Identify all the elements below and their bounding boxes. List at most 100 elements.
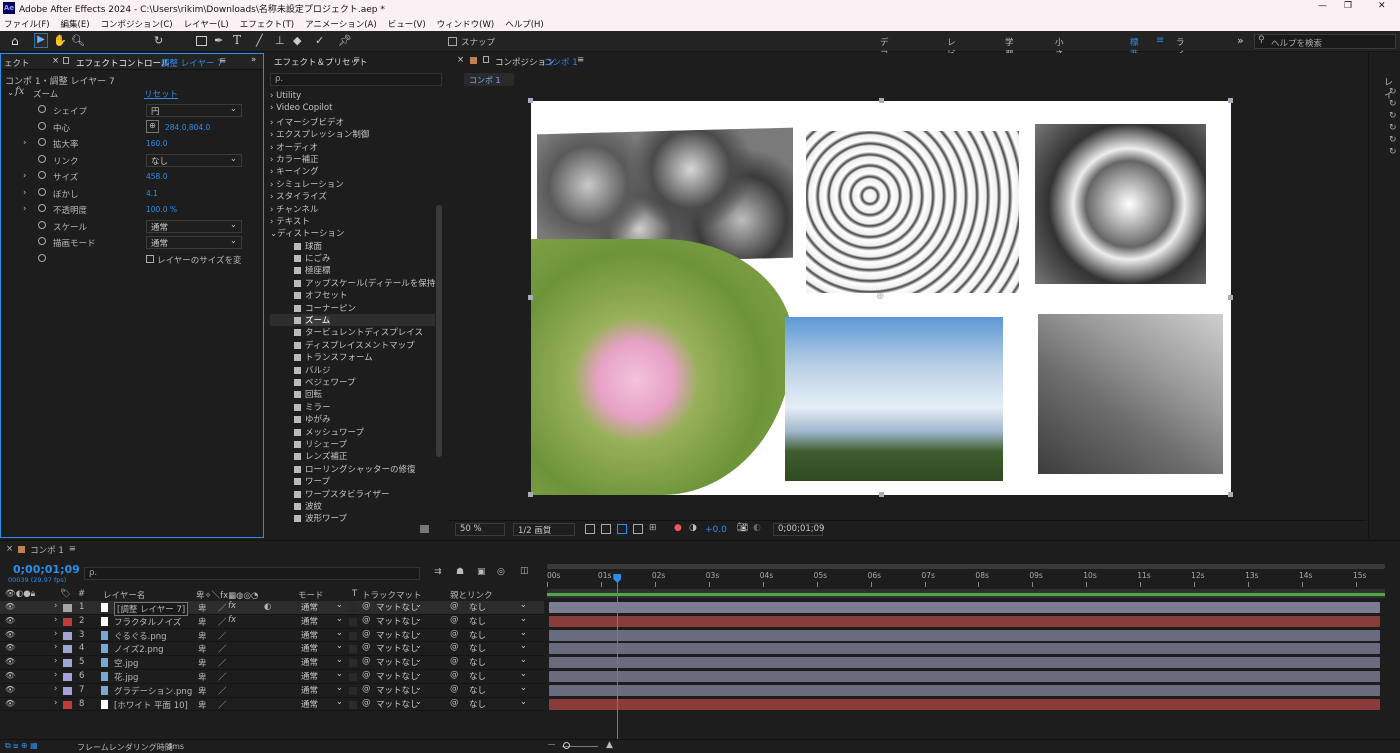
effect-item[interactable]: ゆがみ <box>270 413 447 425</box>
panel-menu-icon[interactable]: ≡ <box>69 544 76 556</box>
effect-item[interactable]: オフセット <box>270 289 447 301</box>
twirl-closed-icon[interactable]: › <box>54 629 57 639</box>
stopwatch-icon[interactable] <box>38 237 46 245</box>
quality-switch-icon[interactable]: ／ <box>218 685 227 697</box>
preserve-transparency-checkbox[interactable] <box>349 645 357 654</box>
eye-icon[interactable]: 👁︎ <box>5 602 15 611</box>
effect-item[interactable]: ディスプレイスメントマップ <box>270 339 447 351</box>
playhead[interactable] <box>617 574 619 739</box>
layer-name[interactable]: [ホワイト 平面 10] <box>114 699 188 711</box>
panel-icon[interactable]: ↻ <box>1389 123 1397 133</box>
menu-item[interactable]: 編集(E) <box>61 18 90 30</box>
stopwatch-icon[interactable] <box>38 220 46 229</box>
layer-duration-bar[interactable] <box>549 643 1380 655</box>
lock-icon[interactable] <box>483 56 489 63</box>
comp-flowchart-icon[interactable]: ⇉ <box>434 567 442 577</box>
effects-search-input[interactable]: ρ. <box>270 73 442 86</box>
twirl-closed-icon[interactable]: › <box>54 642 57 652</box>
eye-icon[interactable]: 👁︎ <box>5 657 15 666</box>
effect-item[interactable]: ミラー <box>270 401 447 413</box>
layer-duration-bar[interactable] <box>549 684 1380 696</box>
rectangle-tool-icon[interactable] <box>196 36 207 46</box>
effect-item[interactable]: アップスケール(ディテールを保持) <box>270 277 447 289</box>
stopwatch-icon[interactable] <box>38 187 46 196</box>
effect-reset-link[interactable]: リセット <box>144 88 178 100</box>
quality-switch-icon[interactable]: ／ <box>218 630 227 642</box>
property-select[interactable]: 円 ⌄ <box>146 104 242 117</box>
time-navigator[interactable] <box>547 564 1385 569</box>
eye-icon[interactable]: 👁︎ <box>5 630 15 639</box>
transform-handle[interactable] <box>528 295 533 300</box>
layer-row[interactable]: 👁︎ › 4 ノイズ2.png 卑／通常 ⌄ @ マットなし ⌄ @ なし ⌄ <box>0 641 544 657</box>
layer-duration-bar[interactable] <box>549 629 1380 641</box>
parent-pickwhip-icon[interactable]: @ <box>450 629 459 639</box>
effect-item[interactable]: ワープスタビライザー <box>270 488 447 500</box>
track-matte-select[interactable]: マットなし ⌄ <box>374 655 422 668</box>
layer-row[interactable]: 👁︎ › 8 [ホワイト 平面 10] 卑／通常 ⌄ @ マットなし ⌄ @ なし ⌄ <box>0 697 544 712</box>
transform-handle[interactable] <box>1228 492 1233 497</box>
layer-label-color[interactable] <box>63 700 72 709</box>
parent-select[interactable]: なし ⌄ <box>465 669 527 682</box>
matte-pickwhip-icon[interactable]: @ <box>362 642 371 652</box>
track-matte-select[interactable]: マットなし ⌄ <box>374 628 422 641</box>
matte-pickwhip-icon[interactable]: @ <box>362 698 371 708</box>
work-area-bar[interactable] <box>547 589 1385 598</box>
workspace-overflow-button[interactable]: » <box>1237 34 1244 47</box>
home-icon[interactable]: ⌂ <box>11 34 19 48</box>
eraser-tool-icon[interactable]: ◆ <box>293 34 301 47</box>
effect-item[interactable]: 極座標 <box>270 264 447 276</box>
effect-item[interactable]: ズーム <box>270 314 435 327</box>
fx-switch-icon[interactable]: fx <box>228 601 236 611</box>
twirl-closed-icon[interactable]: › <box>54 684 57 694</box>
effect-item[interactable]: メッシュワープ <box>270 426 447 438</box>
timeline-search-input[interactable]: ρ. <box>84 567 420 580</box>
layer-label-color[interactable] <box>63 659 72 668</box>
effect-category[interactable]: › Utility <box>270 91 447 103</box>
eye-icon[interactable]: 👁︎ <box>5 685 15 694</box>
stopwatch-icon[interactable] <box>38 154 46 163</box>
twirl-closed-icon[interactable]: › <box>54 698 57 708</box>
matte-pickwhip-icon[interactable]: @ <box>362 615 371 625</box>
panel-icon[interactable]: ↻ <box>1389 111 1397 121</box>
effect-item[interactable]: レンズ補正 <box>270 450 447 462</box>
stopwatch-icon[interactable] <box>38 204 46 212</box>
layer-name[interactable]: ぐるぐる.png <box>114 630 167 642</box>
zoom-out-icon[interactable]: ⏤ <box>548 740 555 750</box>
effect-category[interactable]: › エクスプレッション制御 <box>270 128 447 140</box>
new-folder-icon[interactable] <box>420 525 429 533</box>
effect-category-open[interactable]: ⌄ディストーション <box>270 227 447 239</box>
preserve-transparency-checkbox[interactable] <box>349 672 357 681</box>
viewer-timecode[interactable]: 0;00;01;09 <box>773 523 824 536</box>
twirl-closed-icon[interactable]: › <box>54 656 57 666</box>
matte-pickwhip-icon[interactable]: @ <box>362 656 371 666</box>
transform-handle[interactable] <box>879 98 884 103</box>
layer-duration-bar[interactable] <box>549 602 1380 613</box>
menu-item[interactable]: アニメーション(A) <box>305 18 377 30</box>
matte-pickwhip-icon[interactable]: @ <box>362 670 371 680</box>
layer-name[interactable]: フラクタルノイズ <box>114 616 181 628</box>
layer-row[interactable]: 👁︎ › 1 [調整 レイヤー 7] 卑／ fx ◐ 通常 ⌄ @ マットなし ⌄ @ なし ⌄ <box>0 600 544 616</box>
zoom-tool-icon[interactable]: 🔍︎ <box>71 34 85 47</box>
property-select[interactable]: 通常 ⌄ <box>146 236 242 249</box>
quality-switch-icon[interactable]: ／ <box>218 643 227 655</box>
preserve-transparency-checkbox[interactable] <box>349 631 357 640</box>
quality-switch-icon[interactable]: ／ <box>218 602 227 614</box>
blend-mode-select[interactable]: 通常 ⌄ <box>297 641 343 654</box>
roto-tool-icon[interactable]: ✓ <box>315 34 324 47</box>
anchor-point-icon[interactable]: ⊕ <box>876 291 884 302</box>
matte-pickwhip-icon[interactable]: @ <box>362 629 371 639</box>
menu-item[interactable]: レイヤー(L) <box>184 18 229 30</box>
preserve-transparency-checkbox[interactable] <box>349 617 357 626</box>
track-matte-select[interactable]: マットなし ⌄ <box>374 614 422 627</box>
grid-guides-icon[interactable]: ⊞ <box>649 523 657 533</box>
layer-label-color[interactable] <box>63 631 72 640</box>
mask-visibility-icon[interactable] <box>617 524 627 534</box>
text-tool-icon[interactable]: T <box>233 33 241 47</box>
stopwatch-icon[interactable] <box>38 105 46 113</box>
transparency-grid-icon[interactable] <box>601 524 611 534</box>
transform-handle[interactable] <box>1228 295 1233 300</box>
layer-row[interactable]: 👁︎ › 3 ぐるぐる.png 卑／通常 ⌄ @ マットなし ⌄ @ なし ⌄ <box>0 628 544 643</box>
transform-handle[interactable] <box>528 98 533 103</box>
parent-select[interactable]: なし ⌄ <box>465 697 527 710</box>
shy-switch-icon[interactable]: 卑 <box>198 671 207 683</box>
